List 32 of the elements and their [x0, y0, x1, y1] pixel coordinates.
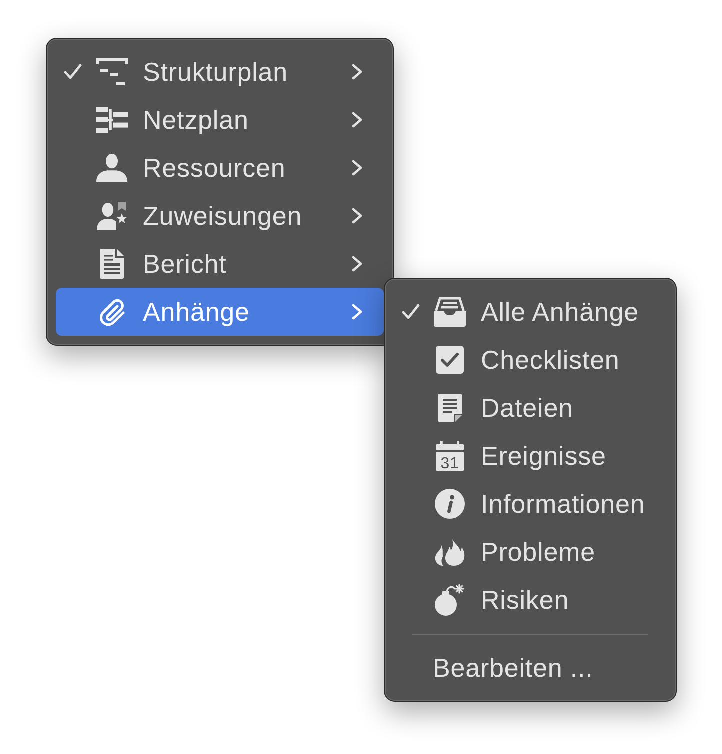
menu-item[interactable]: Checklisten	[394, 336, 667, 384]
chevron-icon	[352, 304, 363, 320]
block-diagram-icon	[96, 106, 128, 134]
chevron-icon	[352, 112, 363, 128]
paperclip-icon	[98, 298, 126, 326]
menu-item[interactable]: Strukturplan	[56, 48, 384, 96]
menu-item[interactable]: Probleme	[394, 528, 667, 576]
menu-item[interactable]: Zuweisungen	[56, 192, 384, 240]
tree-chart-icon	[96, 58, 128, 86]
bomb-icon	[435, 584, 465, 616]
chevron-icon	[352, 256, 363, 272]
menu-item[interactable]: 31 Ereignisse	[394, 432, 667, 480]
menu-item[interactable]: Risiken	[394, 576, 667, 624]
tray-icon	[434, 297, 466, 327]
menu-item[interactable]: Alle Anhänge	[394, 288, 667, 336]
menu-item[interactable]: Bericht	[56, 240, 384, 288]
checkbox-icon	[436, 346, 464, 374]
menu-item[interactable]: Dateien	[394, 384, 667, 432]
document-icon	[100, 249, 124, 279]
flame-icon	[435, 538, 465, 566]
menu-item[interactable]: Netzplan	[56, 96, 384, 144]
menu-item[interactable]: Bearbeiten ...	[394, 644, 667, 692]
menu-item[interactable]: Informationen	[394, 480, 667, 528]
menu-item[interactable]: Ressourcen	[56, 144, 384, 192]
info-icon	[435, 489, 465, 519]
document-icon	[438, 394, 462, 422]
chevron-icon	[352, 160, 363, 176]
chevron-icon	[352, 208, 363, 224]
person-star-icon	[96, 202, 128, 230]
menu-item[interactable]: Anhänge	[56, 288, 384, 336]
person-icon	[96, 154, 128, 182]
chevron-icon	[352, 64, 363, 80]
